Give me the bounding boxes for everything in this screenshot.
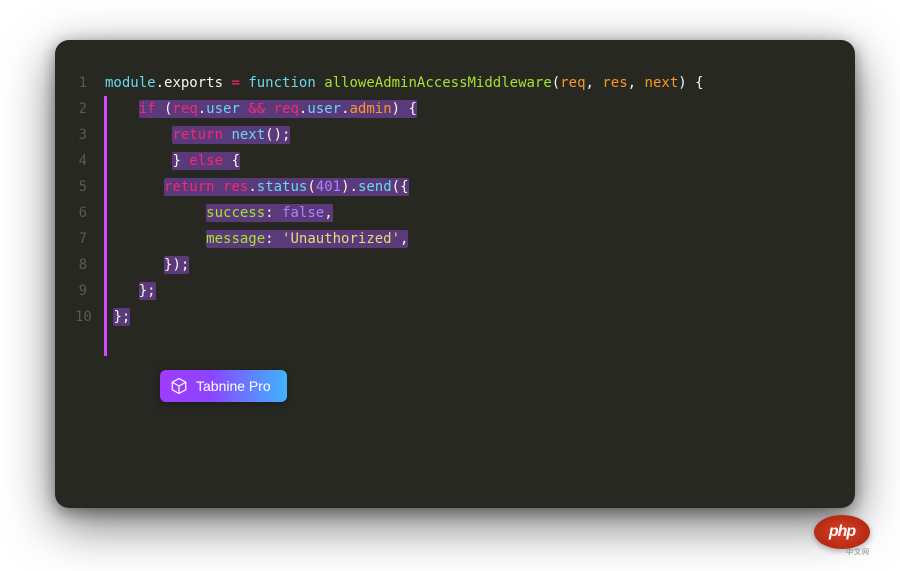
code-content[interactable]: module.exports = function alloweAdminAcc… [105,70,831,330]
code-line: if (req.user && req.user.admin) { [105,96,831,122]
line-number: 8 [75,252,87,278]
php-watermark-logo: php [814,515,870,549]
code-line: return next(); [105,122,831,148]
code-line: } else { [105,148,831,174]
code-editor-panel: 1 2 3 4 5 6 7 8 9 10 module.exports = fu… [55,40,855,508]
code-line: }); [105,252,831,278]
line-number: 1 [75,70,87,96]
line-number: 5 [75,174,87,200]
line-number: 2 [75,96,87,122]
line-number: 7 [75,226,87,252]
line-number: 6 [75,200,87,226]
code-line: module.exports = function alloweAdminAcc… [105,70,831,96]
php-watermark-sub: 中文网 [846,547,870,557]
code-line: }; [105,278,831,304]
code-line: }; [105,304,831,330]
line-number: 4 [75,148,87,174]
line-number: 3 [75,122,87,148]
line-number-gutter: 1 2 3 4 5 6 7 8 9 10 [75,70,105,330]
tabnine-pro-badge[interactable]: Tabnine Pro [160,370,287,402]
code-line: return res.status(401).send({ [105,174,831,200]
code-area: 1 2 3 4 5 6 7 8 9 10 module.exports = fu… [75,70,831,330]
cube-icon [170,377,188,395]
badge-label: Tabnine Pro [196,373,271,399]
code-line: success: false, [105,200,831,226]
line-number: 9 [75,278,87,304]
code-line: message: 'Unauthorized', [105,226,831,252]
line-number: 10 [75,304,87,330]
